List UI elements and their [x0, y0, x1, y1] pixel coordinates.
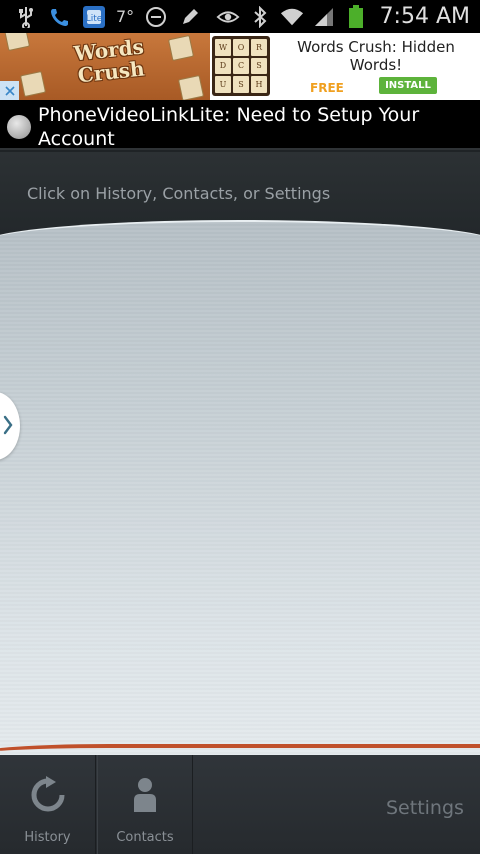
bottom-navigation: History Contacts Settings: [0, 755, 480, 854]
battery-icon: [344, 4, 368, 29]
eye-icon: [216, 5, 240, 29]
tab-history-label: History: [24, 830, 71, 845]
ad-logo-text: Words Crush: [58, 34, 162, 88]
ad-logo-image[interactable]: Words Crush: [0, 33, 210, 100]
usb-icon: [14, 5, 38, 29]
status-left-icons: Lite 7°: [0, 5, 202, 29]
tab-settings[interactable]: Settings: [386, 797, 464, 819]
tab-contacts[interactable]: Contacts: [97, 755, 193, 854]
missed-call-icon: [48, 5, 72, 29]
content-panel: [0, 220, 480, 780]
pen-icon: [178, 5, 202, 29]
screen: Lite 7° 7:54 AM Words Crush W O R D C S …: [0, 0, 480, 854]
ad-tile: W: [215, 39, 231, 56]
status-bar: Lite 7° 7:54 AM: [0, 0, 480, 33]
ad-install-button[interactable]: INSTALL: [379, 77, 437, 94]
ad-logo-tile: [167, 34, 195, 62]
ad-tile: S: [233, 76, 249, 93]
ad-tile: O: [233, 39, 249, 56]
voicemail-app-icon: Lite: [82, 5, 106, 29]
svg-text:Lite: Lite: [86, 14, 103, 24]
setup-notification[interactable]: PhoneVideoLinkLite: Need to Setup Your A…: [0, 100, 480, 150]
status-right-icons: 7:54 AM: [216, 0, 470, 33]
signal-icon: [312, 5, 336, 29]
ad-logo-tile: [177, 74, 205, 100]
do-not-disturb-icon: [144, 5, 168, 29]
ad-banner[interactable]: Words Crush W O R D C S U S H Words Crus…: [0, 33, 480, 100]
ad-title[interactable]: Words Crush: Hidden Words!: [280, 38, 472, 74]
ad-tile: S: [251, 57, 267, 75]
tab-contacts-label: Contacts: [116, 830, 174, 845]
notification-text: PhoneVideoLinkLite: Need to Setup Your A…: [38, 104, 420, 150]
content-panel-texture: [0, 222, 480, 780]
wifi-icon: [280, 5, 304, 29]
status-dot-icon: [7, 115, 31, 139]
person-contacts-icon: [125, 775, 165, 815]
instruction-text: Click on History, Contacts, or Settings: [27, 184, 331, 203]
clock-text: 7:54 AM: [379, 4, 470, 29]
refresh-history-icon: [28, 775, 68, 815]
ad-tile: U: [215, 76, 231, 93]
ad-tile: C: [233, 57, 249, 75]
ad-tile: H: [251, 76, 267, 93]
ad-free-label: FREE: [310, 81, 344, 95]
ad-tiles-grid[interactable]: W O R D C S U S H: [212, 36, 270, 96]
ad-logo-tile: [3, 33, 31, 52]
bluetooth-icon: [248, 5, 272, 29]
tab-history[interactable]: History: [0, 755, 96, 854]
ad-choices-icon[interactable]: [0, 81, 19, 100]
temperature-text: 7°: [116, 7, 135, 26]
ad-tile: R: [251, 39, 267, 56]
ad-tile: D: [215, 57, 231, 75]
chevron-right-icon: [3, 415, 13, 435]
ad-logo-tile: [19, 70, 47, 98]
